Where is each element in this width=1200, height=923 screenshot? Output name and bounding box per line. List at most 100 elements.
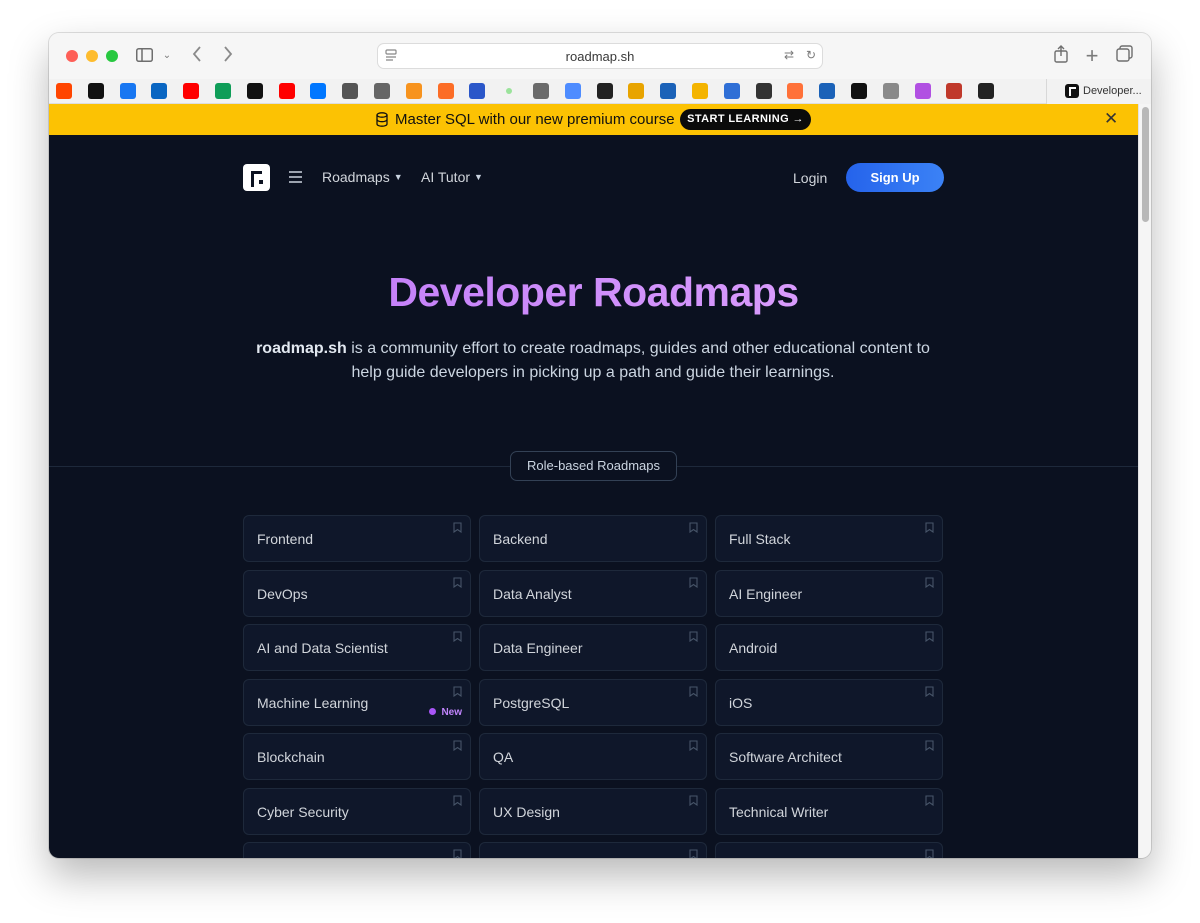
tab-overview-icon[interactable] — [1115, 45, 1133, 67]
code-icon[interactable] — [946, 83, 963, 99]
start-learning-button[interactable]: START LEARNING → — [680, 109, 811, 130]
bookmark-icon[interactable] — [453, 685, 462, 697]
bookmark-icon[interactable] — [925, 685, 934, 697]
roadmap-card[interactable]: Backend — [479, 515, 707, 562]
bookmark-icon[interactable] — [453, 849, 462, 858]
bookmark-icon[interactable] — [925, 522, 934, 533]
roadmap-card[interactable]: iOS — [715, 678, 943, 726]
rocket-icon[interactable] — [723, 83, 740, 99]
chevron-down-icon: ▼ — [474, 172, 483, 182]
roadmap-card[interactable] — [243, 842, 471, 858]
back-icon[interactable] — [188, 45, 206, 67]
bookmark-icon[interactable] — [453, 794, 462, 806]
podcast-icon[interactable] — [914, 83, 931, 99]
compass-icon[interactable] — [374, 83, 390, 99]
bookmark-icon[interactable] — [689, 685, 698, 697]
bookmark-icon[interactable] — [925, 576, 934, 588]
bookmark-icon[interactable] — [925, 849, 934, 858]
text-t-icon[interactable] — [819, 83, 836, 99]
sheets-icon[interactable] — [215, 83, 231, 99]
close-icon[interactable]: ✕ — [1104, 109, 1118, 129]
roadmap-card[interactable]: UX Design — [479, 787, 707, 835]
bookmark-icon[interactable] — [925, 794, 934, 806]
x-tool-icon[interactable] — [469, 83, 486, 99]
roadmap-card[interactable]: PostgreSQL — [479, 678, 707, 726]
bookmark-icon[interactable] — [689, 849, 698, 858]
close-window-button[interactable] — [66, 50, 78, 62]
new-tab-icon[interactable]: + — [1083, 45, 1101, 67]
roadmap-card[interactable] — [479, 842, 707, 858]
bookmark-icon[interactable] — [689, 794, 698, 806]
threads-icon[interactable] — [87, 83, 104, 99]
bookmark-icon[interactable] — [689, 522, 698, 533]
bookmark-icon[interactable] — [453, 631, 462, 642]
ai-tutor-dropdown[interactable]: AI Tutor ▼ — [421, 169, 483, 185]
roadmap-card[interactable]: AI and Data Scientist — [243, 624, 471, 671]
chevron-down-icon[interactable]: ⌄ — [161, 45, 173, 67]
x-icon[interactable] — [246, 83, 263, 99]
reload-icon[interactable]: ↻ — [806, 48, 816, 62]
gemini-icon[interactable] — [564, 83, 581, 99]
bookmark-icon[interactable] — [453, 740, 462, 751]
chrome-icon[interactable] — [628, 83, 645, 99]
translate-icon[interactable]: ⇄ — [784, 48, 794, 62]
share-icon[interactable] — [1052, 45, 1070, 67]
roadmap-card-label: Full Stack — [729, 531, 791, 547]
youtube-icon[interactable] — [278, 83, 295, 99]
gitlab-icon[interactable] — [437, 83, 454, 99]
roadmap-card[interactable]: AI Engineer — [715, 569, 943, 617]
openai-icon[interactable] — [755, 83, 772, 99]
text-t-icon[interactable] — [660, 83, 677, 99]
roadmap-card[interactable]: Android — [715, 624, 943, 671]
scrollbar-thumb[interactable] — [1142, 107, 1149, 222]
vk-icon[interactable] — [310, 83, 327, 99]
roadmap-card[interactable]: Software Architect — [715, 733, 943, 780]
bookmark-icon[interactable] — [453, 576, 462, 588]
roadmap-card[interactable]: QA — [479, 733, 707, 780]
login-link[interactable]: Login — [793, 170, 827, 186]
facebook-icon[interactable] — [119, 83, 136, 99]
media-icon[interactable] — [596, 83, 613, 99]
roadmap-card[interactable]: Machine Learning New — [243, 678, 471, 726]
avatar-icon[interactable] — [533, 83, 549, 99]
bookmark-icon[interactable] — [689, 576, 698, 588]
scrollbar[interactable] — [1138, 104, 1151, 858]
sidebar-toggle-icon[interactable] — [135, 45, 153, 67]
youtube-icon[interactable] — [183, 83, 200, 99]
bookmark-icon[interactable] — [689, 740, 698, 751]
linkedin-icon[interactable] — [151, 83, 168, 99]
address-bar[interactable]: roadmap.sh ⇄ ↻ — [377, 43, 823, 69]
reddit-icon[interactable] — [56, 83, 72, 99]
page-viewport: Master SQL with our new premium course S… — [49, 104, 1138, 858]
bookmark-icon[interactable] — [689, 631, 698, 642]
firefox-icon[interactable] — [787, 83, 804, 99]
menu-icon[interactable] — [289, 171, 302, 183]
bookmark-icon[interactable] — [925, 740, 934, 751]
forward-icon[interactable] — [219, 45, 237, 67]
tab-developer-roadmaps[interactable]: Developer... — [1046, 79, 1151, 104]
bookmark-icon[interactable] — [453, 522, 462, 533]
roadmap-card[interactable]: Blockchain — [243, 733, 471, 780]
roadmap-card[interactable]: Frontend — [243, 515, 471, 562]
g-icon[interactable] — [882, 83, 899, 99]
roadmaps-dropdown[interactable]: Roadmaps ▼ — [322, 169, 403, 185]
bookmark-icon[interactable] — [925, 631, 934, 642]
roadmap-card[interactable]: Data Analyst — [479, 569, 707, 617]
dot-icon[interactable] — [501, 83, 517, 99]
analytics-icon[interactable] — [692, 83, 708, 99]
roadmap-card[interactable]: Data Engineer — [479, 624, 707, 671]
roadmap-card[interactable] — [715, 842, 943, 858]
signup-button[interactable]: Sign Up — [846, 163, 944, 192]
anthropic-icon[interactable] — [978, 83, 995, 99]
minimize-window-button[interactable] — [86, 50, 98, 62]
roadmap-card[interactable]: DevOps — [243, 569, 471, 617]
roadmap-card[interactable]: Full Stack — [715, 515, 943, 562]
favorites-bar: Developer... — [49, 79, 1151, 104]
zoom-window-button[interactable] — [106, 50, 118, 62]
roadmap-card[interactable]: Technical Writer — [715, 787, 943, 835]
globe-icon[interactable] — [342, 83, 359, 99]
odnoklassniki-icon[interactable] — [405, 83, 422, 99]
roadmap-card[interactable]: Cyber Security — [243, 787, 471, 835]
roadmap-logo[interactable] — [243, 164, 270, 191]
chevron-right-icon[interactable] — [851, 83, 867, 99]
